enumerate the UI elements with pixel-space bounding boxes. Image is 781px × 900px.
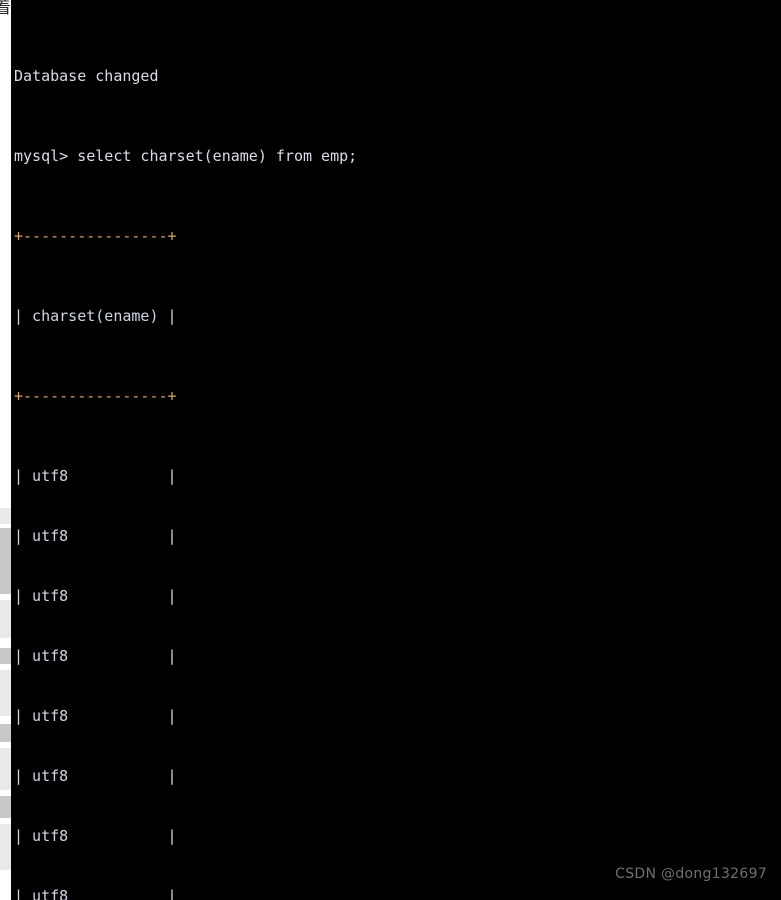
- table-cell: | utf8 |: [14, 827, 177, 845]
- strip-segment: [0, 508, 11, 524]
- screenshot-root: 着 Database changed mysql> select charset…: [0, 0, 781, 900]
- command-line-1: mysql> select charset(ename) from emp;: [14, 146, 781, 166]
- table-header-separator: +----------------+: [14, 386, 781, 406]
- table-cell: | utf8 |: [14, 467, 177, 485]
- table-row: | utf8 |: [14, 526, 781, 546]
- strip-segment: [0, 600, 11, 638]
- table-cell: | utf8 |: [14, 527, 177, 545]
- table-row: | utf8 |: [14, 826, 781, 846]
- table-cell: | utf8 |: [14, 707, 177, 725]
- table-row: | utf8 |: [14, 586, 781, 606]
- terminal-window[interactable]: Database changed mysql> select charset(e…: [11, 0, 781, 900]
- table-row: | utf8 |: [14, 466, 781, 486]
- strip-segment: [0, 724, 11, 742]
- table-header-1: | charset(ename) |: [14, 307, 177, 325]
- table-separator-1b: +----------------+: [14, 387, 177, 405]
- table-cell: | utf8 |: [14, 887, 177, 900]
- table-header-row: | charset(ename) |: [14, 306, 781, 326]
- table-row: | utf8 |: [14, 886, 781, 900]
- strip-segment: [0, 824, 11, 870]
- strip-segment: [0, 796, 11, 818]
- table-top-separator: +----------------+: [14, 226, 781, 246]
- table-cell: | utf8 |: [14, 647, 177, 665]
- query-text: select charset(ename) from emp;: [77, 147, 358, 165]
- prompt-label: mysql>: [14, 147, 78, 165]
- table-row: | utf8 |: [14, 646, 781, 666]
- strip-segment: [0, 748, 11, 790]
- page-left-strip: 着: [0, 0, 11, 900]
- table-separator-1: +----------------+: [14, 227, 177, 245]
- table-row: | utf8 |: [14, 766, 781, 786]
- table-cell: | utf8 |: [14, 767, 177, 785]
- strip-segment: [0, 648, 11, 664]
- partial-cjk-glyph: 着: [0, 0, 10, 18]
- status-text: Database changed: [14, 67, 159, 85]
- strip-segment: [0, 670, 11, 716]
- strip-segment: [0, 528, 11, 594]
- table-cell: | utf8 |: [14, 587, 177, 605]
- table-row: | utf8 |: [14, 706, 781, 726]
- watermark-text: CSDN @dong132697: [615, 866, 767, 882]
- status-line: Database changed: [14, 66, 781, 86]
